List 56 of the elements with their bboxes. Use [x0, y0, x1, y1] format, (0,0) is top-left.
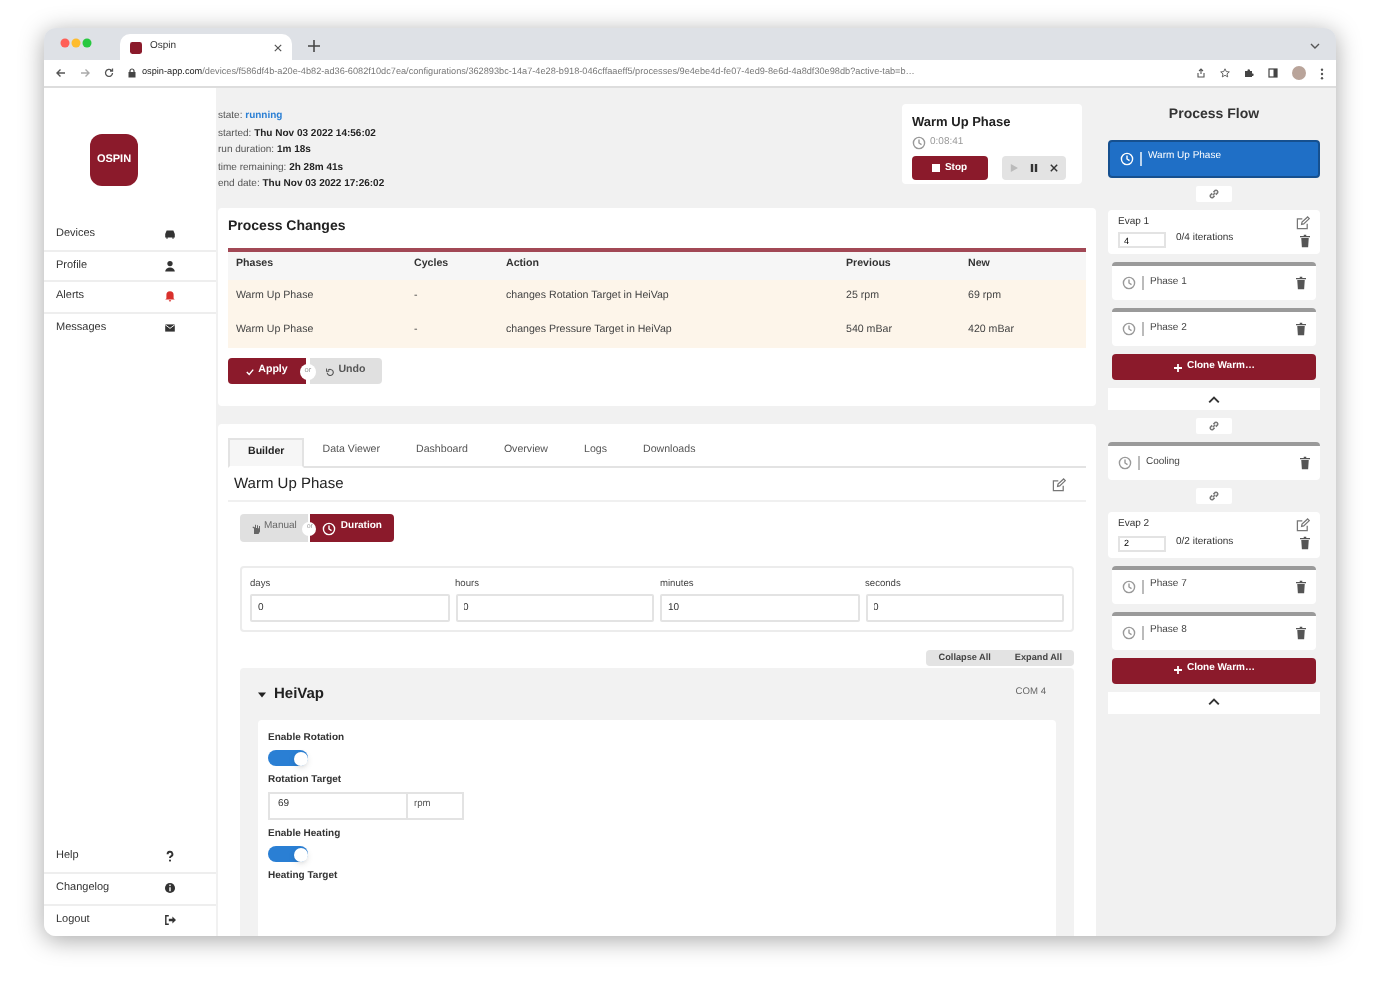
trash-icon[interactable] [1300, 233, 1310, 247]
car-icon [164, 227, 176, 240]
share-icon[interactable] [1196, 68, 1206, 78]
edit-icon[interactable] [1296, 215, 1310, 230]
caret-icon[interactable] [258, 691, 266, 697]
clock-icon [1122, 579, 1136, 593]
chevron-up-icon [1208, 395, 1220, 403]
link-connector[interactable] [1196, 488, 1232, 504]
trash-icon[interactable] [1296, 276, 1306, 290]
trash-icon[interactable] [1296, 625, 1306, 639]
toggle-switch[interactable] [268, 750, 308, 766]
link-icon [1208, 187, 1220, 199]
sidebar-icon[interactable] [1268, 68, 1278, 78]
chevron-up-icon [1208, 698, 1220, 706]
user-icon [164, 259, 176, 272]
close-icon[interactable] [274, 43, 282, 51]
trash-icon[interactable] [1296, 322, 1306, 336]
lock-icon [128, 67, 136, 78]
trash-icon[interactable] [1300, 456, 1310, 470]
edit-icon[interactable] [1052, 477, 1066, 491]
clock-icon [1122, 625, 1136, 639]
bell-icon [164, 290, 176, 303]
undo-icon [326, 367, 335, 375]
logout-icon [164, 913, 176, 926]
link-icon [1208, 490, 1220, 502]
info-icon [164, 882, 176, 895]
favicon-icon [130, 41, 142, 53]
pause-icon[interactable] [1030, 164, 1038, 173]
envelope-icon [164, 321, 176, 334]
back-arrow-icon[interactable] [56, 68, 66, 78]
edit-icon[interactable] [1296, 518, 1310, 533]
clock-icon [1120, 151, 1134, 165]
link-connector[interactable] [1196, 418, 1232, 434]
trash-icon[interactable] [1296, 579, 1306, 593]
stop-icon [932, 164, 941, 173]
help-icon [164, 850, 176, 863]
new-tab-icon[interactable] [308, 40, 320, 52]
star-icon[interactable] [1220, 68, 1230, 78]
trash-icon[interactable] [1300, 536, 1310, 550]
link-connector[interactable] [1196, 185, 1232, 201]
window-buttons-icon [60, 38, 92, 48]
plus-icon [1173, 363, 1181, 371]
clock-icon [1122, 322, 1136, 336]
check-icon [246, 367, 255, 375]
puzzle-icon[interactable] [1244, 68, 1254, 78]
clock-icon [322, 521, 337, 535]
clock-icon [912, 136, 926, 150]
cancel-icon[interactable] [1050, 164, 1058, 173]
reload-icon[interactable] [104, 68, 114, 78]
toggle-switch[interactable] [268, 846, 308, 862]
hand-icon [252, 523, 260, 533]
link-icon [1208, 420, 1220, 432]
chevron-down-icon[interactable] [1310, 42, 1320, 50]
clock-icon [1118, 456, 1132, 470]
clock-icon [1122, 276, 1136, 290]
plus-icon [1173, 666, 1181, 674]
